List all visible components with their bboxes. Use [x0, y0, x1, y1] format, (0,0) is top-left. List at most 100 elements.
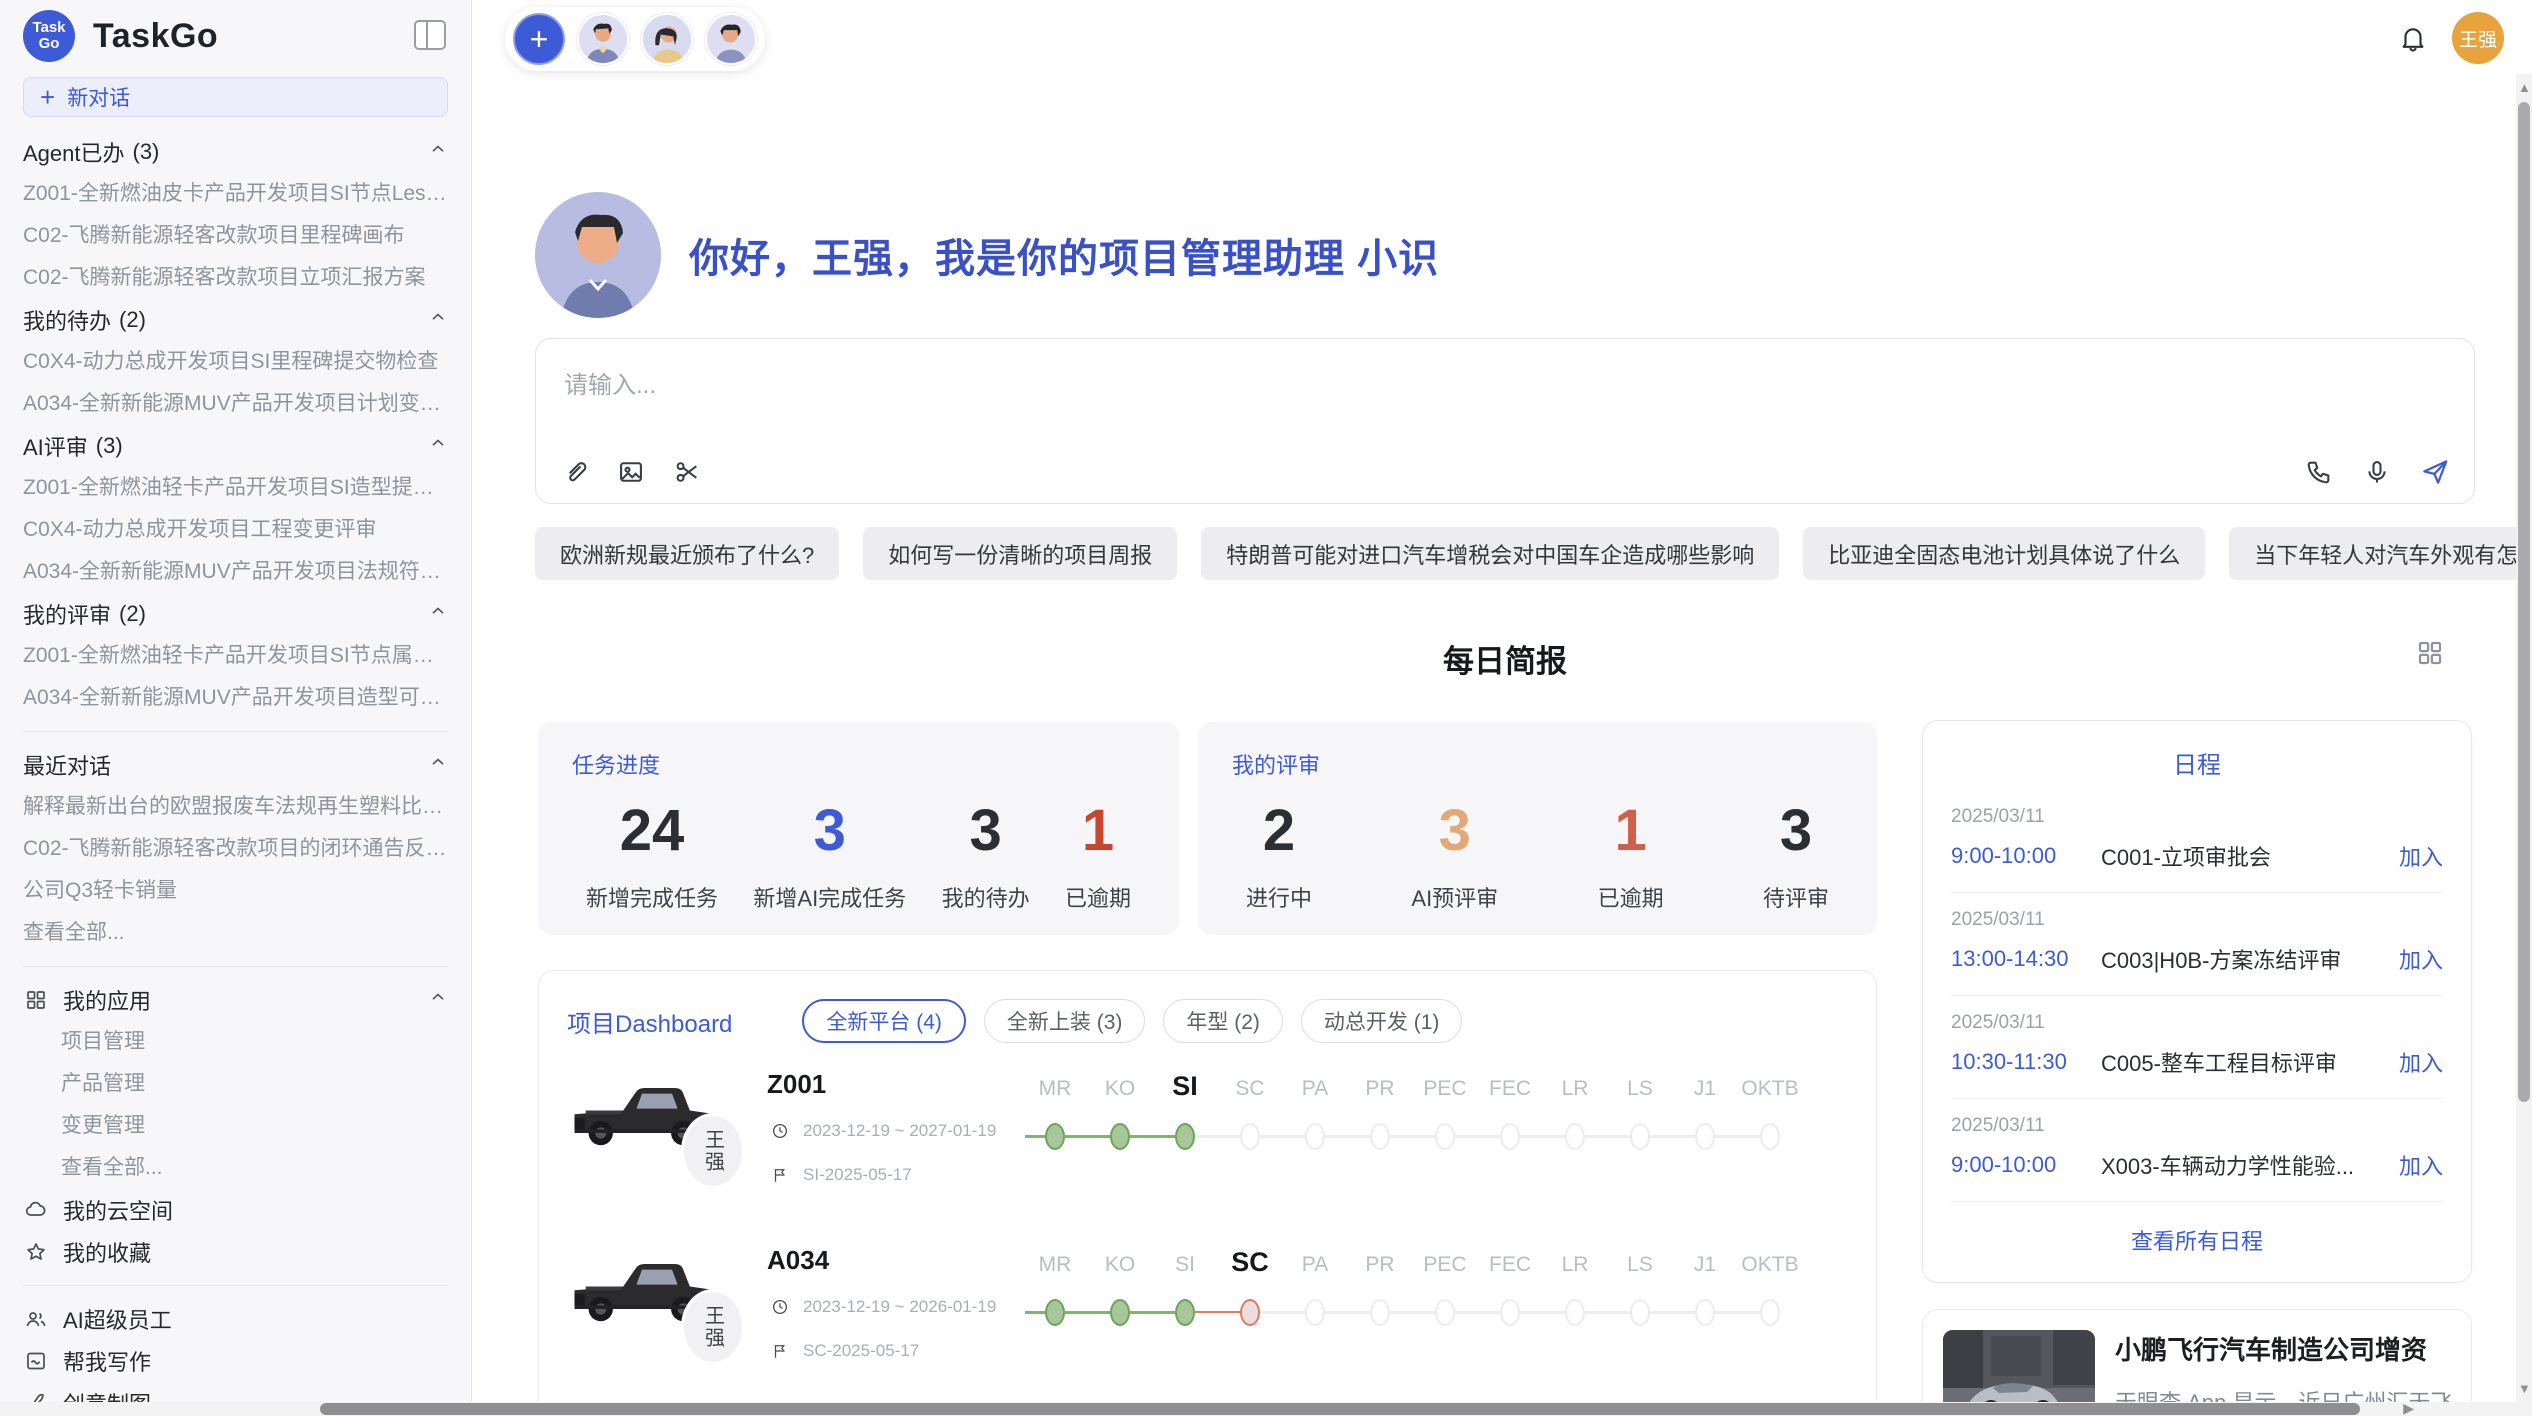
- milestone-node[interactable]: [1240, 1123, 1260, 1150]
- milestone-node[interactable]: [1500, 1123, 1520, 1150]
- sidebar-item[interactable]: A034-全新新能源MUV产品开发项目法规符合性评审: [23, 551, 448, 593]
- recent-chat-item[interactable]: C02-飞腾新能源轻客改款项目的闭环通告反馈情况: [23, 828, 448, 870]
- milestone-node[interactable]: [1695, 1299, 1715, 1326]
- horizontal-scrollbar[interactable]: ▶: [0, 1402, 2532, 1416]
- greeting-text: 你好，王强，我是你的项目管理助理 小识: [689, 226, 1439, 284]
- milestone-node[interactable]: [1565, 1123, 1585, 1150]
- metric-label: 我的待办: [942, 881, 1030, 913]
- sidebar-item[interactable]: Z001-全新燃油轻卡产品开发项目SI节点属性5D文件评审: [23, 635, 448, 677]
- scroll-right-arrow-icon[interactable]: ▶: [2403, 1400, 2414, 1416]
- recent-chat-item[interactable]: 公司Q3轻卡销量: [23, 870, 448, 912]
- sidebar-item[interactable]: C0X4-动力总成开发项目SI里程碑提交物检查: [23, 341, 448, 383]
- milestone-node[interactable]: [1045, 1123, 1065, 1150]
- news-card[interactable]: 小鹏飞行汽车制造公司增资 天眼查 App 显示，近日广州汇天飞行汽...: [1922, 1309, 2472, 1416]
- milestone-node[interactable]: [1370, 1299, 1390, 1326]
- event-join-link[interactable]: 加入: [2399, 840, 2443, 872]
- sidebar-section-header-2[interactable]: AI评审(3): [23, 425, 448, 467]
- app-item[interactable]: 变更管理: [23, 1105, 448, 1147]
- dashboard-tab[interactable]: 年型 (2): [1163, 999, 1283, 1043]
- my-apps-header[interactable]: 我的应用: [23, 979, 448, 1021]
- milestone-node[interactable]: [1175, 1123, 1195, 1150]
- view-all-schedule-link[interactable]: 查看所有日程: [1951, 1202, 2443, 1262]
- suggestion-chip[interactable]: 特朗普可能对进口汽车增税会对中国车企造成哪些影响: [1201, 527, 1779, 580]
- milestone-node[interactable]: [1370, 1123, 1390, 1150]
- dashboard-tab[interactable]: 动总开发 (1): [1301, 999, 1463, 1043]
- section-count: (3): [96, 433, 123, 459]
- schedule-card: 日程 2025/03/119:00-10:00C001-立项审批会加入2025/…: [1922, 720, 2472, 1283]
- milestone-node[interactable]: [1565, 1299, 1585, 1326]
- milestone-node[interactable]: [1760, 1299, 1780, 1326]
- sidebar-link-我的收藏[interactable]: 我的收藏: [23, 1231, 448, 1273]
- milestone-node[interactable]: [1305, 1123, 1325, 1150]
- milestone-node[interactable]: [1175, 1299, 1195, 1326]
- event-date: 2025/03/11: [1951, 1012, 2443, 1034]
- project-row-A034[interactable]: 王强A0342023-12-19 ~ 2026-01-19SC-2025-05-…: [567, 1245, 1848, 1395]
- milestone-node[interactable]: [1110, 1123, 1130, 1150]
- vertical-scrollbar[interactable]: ▲ ▼: [2516, 74, 2532, 1402]
- paperclip-icon[interactable]: [560, 457, 590, 487]
- stats-row: 任务进度24新增完成任务3新增AI完成任务3我的待办1已逾期我的评审2进行中3A…: [538, 722, 1877, 935]
- agent-avatar-3[interactable]: [705, 13, 757, 65]
- new-chat-button[interactable]: + 新对话: [23, 77, 448, 117]
- send-icon[interactable]: [2420, 457, 2450, 487]
- project-row-Z001[interactable]: 王强Z0012023-12-19 ~ 2027-01-19SI-2025-05-…: [567, 1069, 1848, 1219]
- sidebar-section-header-3[interactable]: 我的评审(2): [23, 593, 448, 635]
- agent-avatar-1[interactable]: [577, 13, 629, 65]
- scroll-down-arrow-icon[interactable]: ▼: [2518, 1381, 2531, 1396]
- phone-icon[interactable]: [2304, 457, 2334, 487]
- milestone-node[interactable]: [1110, 1299, 1130, 1326]
- event-join-link[interactable]: 加入: [2399, 1149, 2443, 1181]
- suggestion-chip[interactable]: 欧洲新规最近颁布了什么?: [535, 527, 839, 580]
- sidebar-tool-AI超级员工[interactable]: AI超级员工: [23, 1298, 448, 1340]
- layout-grid-icon[interactable]: [2415, 638, 2445, 668]
- dashboard-tab[interactable]: 全新平台 (4): [802, 999, 966, 1043]
- suggestion-chip[interactable]: 如何写一份清晰的项目周报: [863, 527, 1177, 580]
- milestone-node[interactable]: [1045, 1299, 1065, 1326]
- vertical-scrollbar-thumb[interactable]: [2518, 102, 2530, 1102]
- milestone-node[interactable]: [1695, 1123, 1715, 1150]
- sidebar-item[interactable]: C02-飞腾新能源轻客改款项目立项汇报方案: [23, 257, 448, 299]
- sidebar-link-我的云空间[interactable]: 我的云空间: [23, 1189, 448, 1231]
- sidebar-item[interactable]: Z001-全新燃油皮卡产品开发项目SI节点Lesson Learn报告: [23, 173, 448, 215]
- milestone-node[interactable]: [1305, 1299, 1325, 1326]
- agent-avatar-2[interactable]: [641, 13, 693, 65]
- sidebar-item[interactable]: A034-全新新能源MUV产品开发项目造型可行性评审: [23, 677, 448, 719]
- image-icon[interactable]: [616, 457, 646, 487]
- recent-chats-more[interactable]: 查看全部...: [23, 912, 448, 954]
- user-avatar[interactable]: 王强: [2452, 12, 2504, 64]
- notification-bell-icon[interactable]: [2398, 23, 2432, 57]
- scroll-up-arrow-icon[interactable]: ▲: [2518, 80, 2531, 95]
- recent-chats-header[interactable]: 最近对话: [23, 744, 448, 786]
- sidebar-section-header-1[interactable]: 我的待办(2): [23, 299, 448, 341]
- horizontal-scrollbar-thumb[interactable]: [320, 1403, 2360, 1415]
- event-join-link[interactable]: 加入: [2399, 1046, 2443, 1078]
- milestone-node[interactable]: [1435, 1299, 1455, 1326]
- sidebar-section-header-0[interactable]: Agent已办(3): [23, 131, 448, 173]
- event-join-link[interactable]: 加入: [2399, 943, 2443, 975]
- milestone-node[interactable]: [1630, 1123, 1650, 1150]
- scissors-icon[interactable]: [672, 457, 702, 487]
- milestone-node[interactable]: [1500, 1299, 1520, 1326]
- greeting-block: 你好，王强，我是你的项目管理助理 小识: [535, 192, 1439, 318]
- sidebar-item[interactable]: C02-飞腾新能源轻客改款项目里程碑画布: [23, 215, 448, 257]
- app-item[interactable]: 项目管理: [23, 1021, 448, 1063]
- sidebar-collapse-icon[interactable]: [414, 20, 446, 50]
- add-agent-button[interactable]: +: [513, 13, 565, 65]
- chat-input-box[interactable]: 请输入...: [535, 338, 2475, 504]
- dashboard-tab[interactable]: 全新上装 (3): [984, 999, 1146, 1043]
- milestone-node[interactable]: [1435, 1123, 1455, 1150]
- microphone-icon[interactable]: [2362, 457, 2392, 487]
- milestone-node[interactable]: [1760, 1123, 1780, 1150]
- sidebar-item[interactable]: Z001-全新燃油轻卡产品开发项目SI造型提交物评审: [23, 467, 448, 509]
- recent-chat-item[interactable]: 解释最新出台的欧盟报废车法规再生塑料比例被调至15%...: [23, 786, 448, 828]
- sidebar-item[interactable]: A034-全新新能源MUV产品开发项目计划变更表编写: [23, 383, 448, 425]
- milestone-node[interactable]: [1630, 1299, 1650, 1326]
- app-item[interactable]: 产品管理: [23, 1063, 448, 1105]
- suggestion-chip[interactable]: 比亚迪全固态电池计划具体说了什么: [1803, 527, 2205, 580]
- milestone-node[interactable]: [1240, 1299, 1260, 1326]
- sidebar-item[interactable]: C0X4-动力总成开发项目工程变更评审: [23, 509, 448, 551]
- sidebar-tool-帮我写作[interactable]: 帮我写作: [23, 1340, 448, 1382]
- apps-more[interactable]: 查看全部...: [23, 1147, 448, 1189]
- logo-line1: Task: [32, 20, 65, 36]
- suggestion-chip[interactable]: 当下年轻人对汽车外观有怎样的喜好趋势: [2229, 527, 2532, 580]
